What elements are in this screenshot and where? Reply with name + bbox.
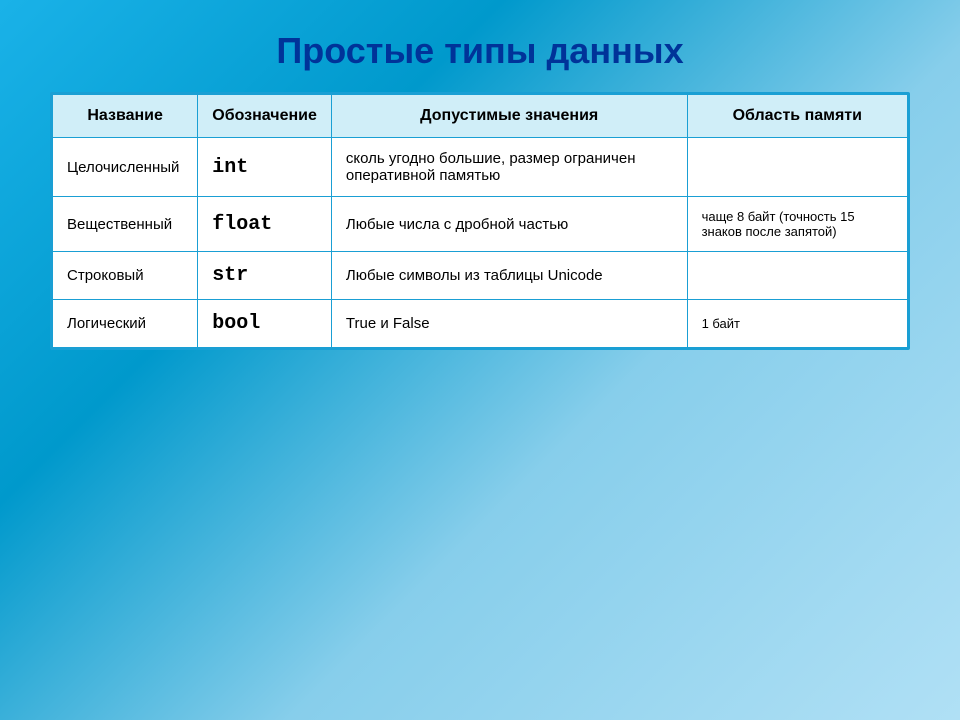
cell-values-0: сколь угодно большие, размер ограничен о… (331, 138, 687, 197)
cell-memory-0 (687, 138, 907, 197)
cell-values-1: Любые числа с дробной частью (331, 197, 687, 252)
cell-notation-0: int (198, 138, 332, 197)
cell-values-2: Любые символы из таблицы Unicode (331, 252, 687, 300)
page-title: Простые типы данных (276, 30, 683, 72)
table-row: ВещественныйfloatЛюбые числа с дробной ч… (53, 197, 908, 252)
cell-memory-2 (687, 252, 907, 300)
cell-memory-1: чаще 8 байт (точность 15 знаков после за… (687, 197, 907, 252)
cell-values-3: True и False (331, 300, 687, 348)
cell-notation-2: str (198, 252, 332, 300)
cell-name-3: Логический (53, 300, 198, 348)
cell-name-0: Целочисленный (53, 138, 198, 197)
col-header-values: Допустимые значения (331, 95, 687, 138)
cell-notation-3: bool (198, 300, 332, 348)
col-header-memory: Область памяти (687, 95, 907, 138)
table-row: ЛогическийboolTrue и False1 байт (53, 300, 908, 348)
cell-name-1: Вещественный (53, 197, 198, 252)
data-table-container: Название Обозначение Допустимые значения… (50, 92, 910, 350)
data-table: Название Обозначение Допустимые значения… (52, 94, 908, 348)
table-row: СтроковыйstrЛюбые символы из таблицы Uni… (53, 252, 908, 300)
table-row: Целочисленныйintсколь угодно большие, ра… (53, 138, 908, 197)
cell-memory-3: 1 байт (687, 300, 907, 348)
cell-name-2: Строковый (53, 252, 198, 300)
col-header-notation: Обозначение (198, 95, 332, 138)
table-header-row: Название Обозначение Допустимые значения… (53, 95, 908, 138)
col-header-name: Название (53, 95, 198, 138)
cell-notation-1: float (198, 197, 332, 252)
